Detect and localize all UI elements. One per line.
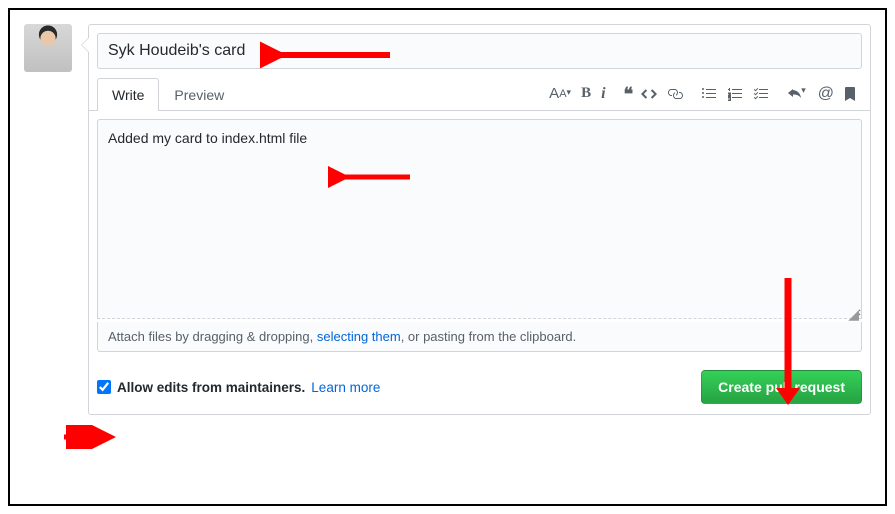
- pr-body-textarea[interactable]: [97, 119, 862, 319]
- mention-icon[interactable]: @: [818, 85, 834, 103]
- reply-icon[interactable]: ▾: [787, 86, 808, 102]
- bold-icon[interactable]: B: [581, 85, 591, 102]
- link-icon[interactable]: [667, 86, 683, 102]
- tab-preview[interactable]: Preview: [159, 78, 239, 111]
- create-pr-button[interactable]: Create pull request: [701, 370, 862, 404]
- tool-group-text: AA▾ B i: [549, 85, 605, 103]
- italic-icon[interactable]: i: [601, 85, 605, 103]
- attach-select-link[interactable]: selecting them: [317, 329, 401, 344]
- title-wrap: [89, 25, 870, 69]
- heading-icon[interactable]: AA▾: [549, 85, 571, 102]
- pr-title-input[interactable]: [97, 33, 862, 69]
- number-list-icon[interactable]: [727, 86, 743, 102]
- arrow-annotation-checkbox: [60, 425, 120, 449]
- learn-more-link[interactable]: Learn more: [311, 380, 380, 395]
- pr-form-container: Write Preview AA▾ B i ❝: [24, 24, 871, 415]
- quote-icon[interactable]: ❝: [624, 89, 632, 99]
- tab-write[interactable]: Write: [97, 78, 159, 111]
- allow-edits-label[interactable]: Allow edits from maintainers. Learn more: [97, 380, 380, 395]
- attach-bar[interactable]: Attach files by dragging & dropping, sel…: [97, 322, 862, 352]
- screenshot-frame: Write Preview AA▾ B i ❝: [8, 8, 887, 506]
- bookmark-icon[interactable]: [844, 86, 856, 102]
- tabnav: Write Preview AA▾ B i ❝: [89, 69, 870, 111]
- avatar[interactable]: [24, 24, 72, 72]
- markdown-toolbar: AA▾ B i ❝: [549, 85, 862, 103]
- allow-edits-text: Allow edits from maintainers.: [117, 380, 305, 395]
- tool-group-misc: ▾ @: [787, 85, 856, 103]
- bullet-list-icon[interactable]: [701, 86, 717, 102]
- avatar-image: [24, 24, 72, 72]
- attach-suffix: , or pasting from the clipboard.: [401, 329, 577, 344]
- task-list-icon[interactable]: [753, 86, 769, 102]
- attach-prefix: Attach files by dragging & dropping,: [108, 329, 317, 344]
- code-icon[interactable]: [641, 86, 657, 102]
- comment-box: Write Preview AA▾ B i ❝: [88, 24, 871, 415]
- tool-group-insert: ❝: [624, 86, 684, 102]
- tool-group-lists: [701, 86, 769, 102]
- form-footer: Allow edits from maintainers. Learn more…: [89, 360, 870, 414]
- body-wrap: Attach files by dragging & dropping, sel…: [89, 111, 870, 360]
- allow-edits-checkbox[interactable]: [97, 380, 111, 394]
